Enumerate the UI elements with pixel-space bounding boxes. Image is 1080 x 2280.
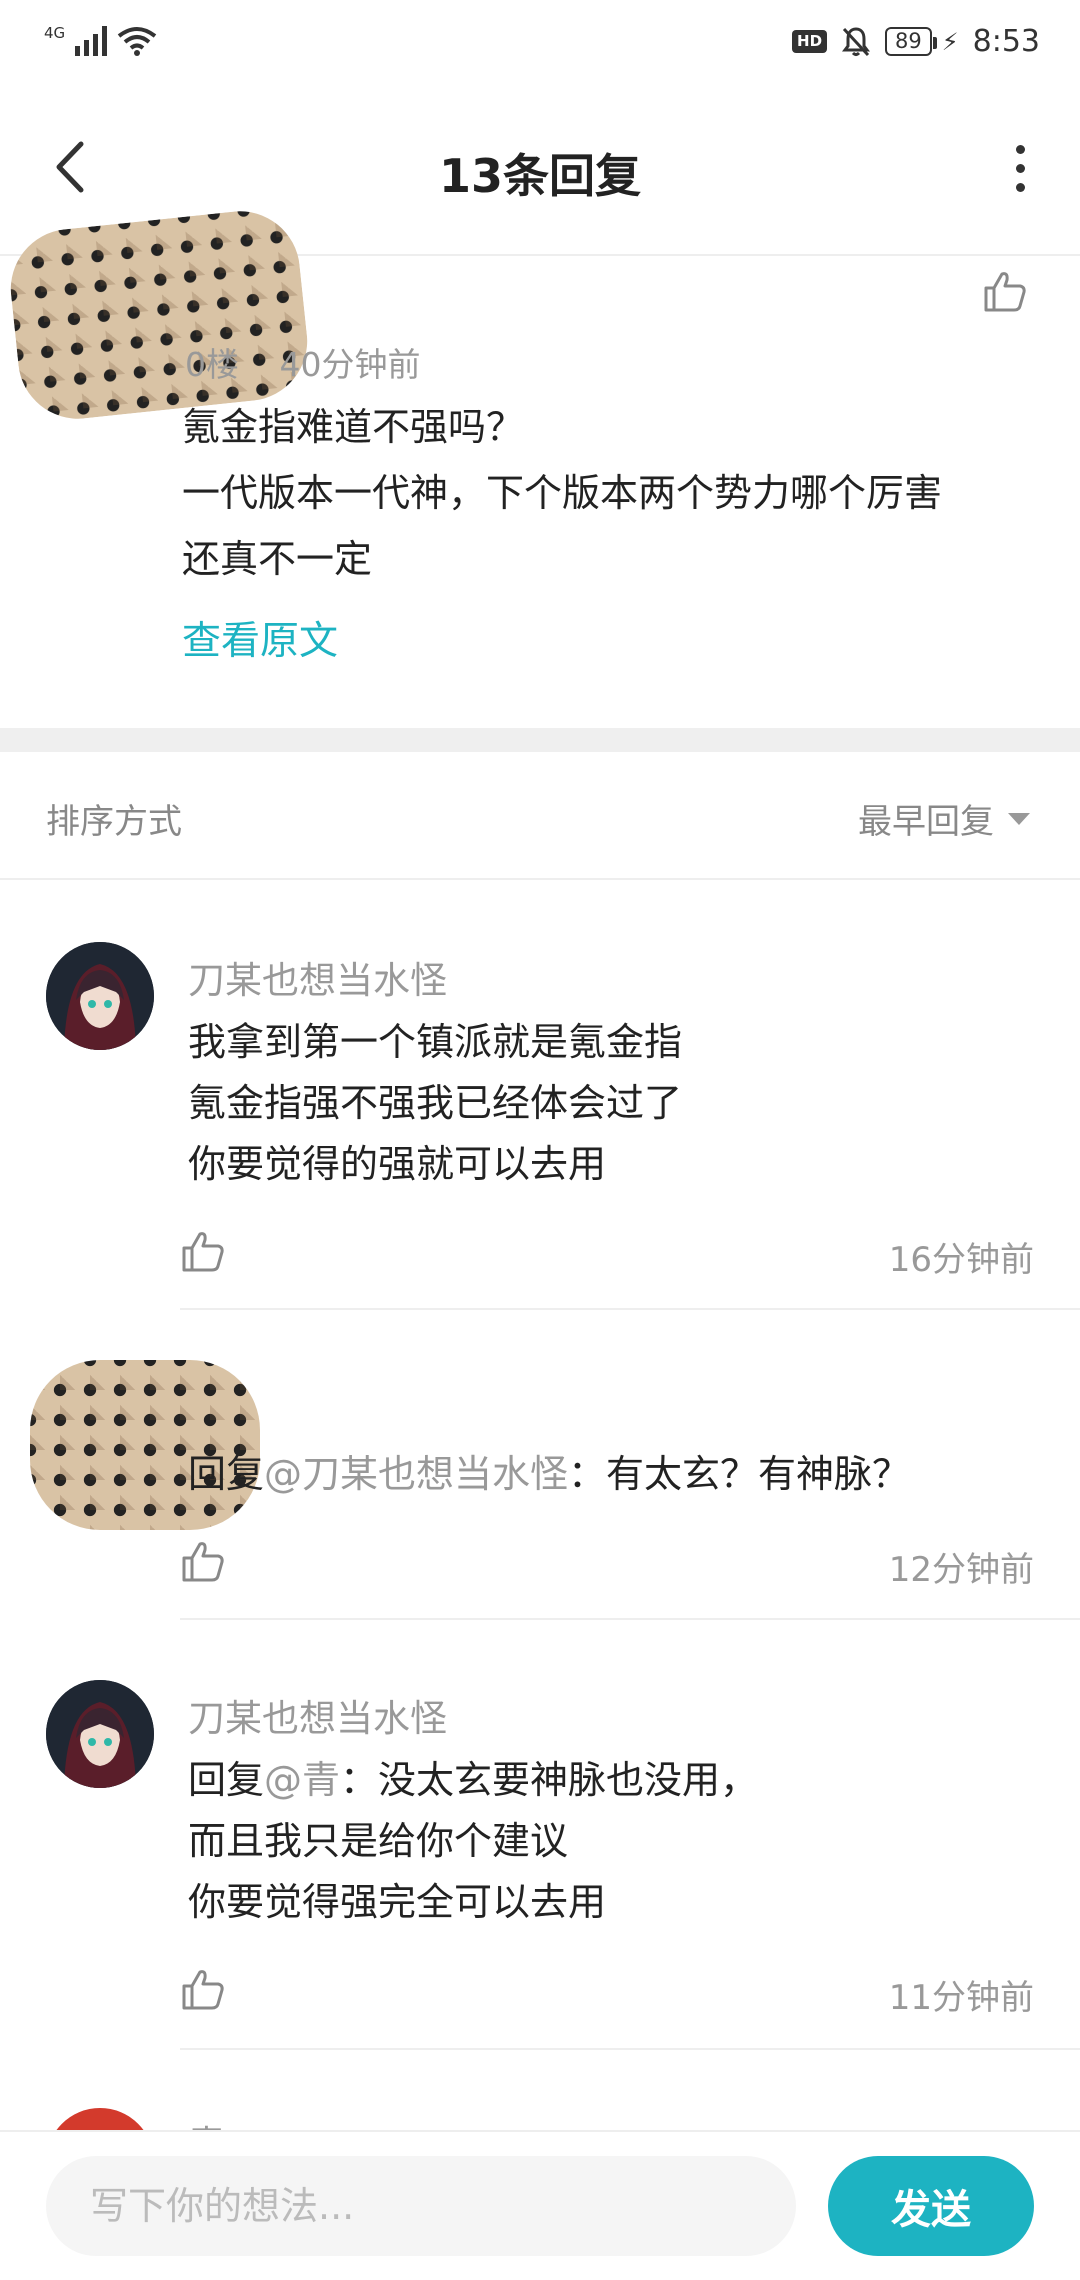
reply-content: 我拿到第一个镇派就是氪金指 氪金指强不强我已经体会过了 你要觉得的强就可以去用 xyxy=(188,1012,1048,1195)
charging-icon: ⚡ xyxy=(941,27,959,56)
page-title: 13条回复 xyxy=(438,149,641,203)
reply-line: 氪金指强不强我已经体会过了 xyxy=(188,1081,683,1125)
status-bar: 4G HD 89 ⚡ 8:53 xyxy=(0,0,1080,92)
post-line: 氪金指难道不强吗？ xyxy=(182,405,525,449)
post-line: 一代版本一代神，下个版本两个势力哪个厉害 xyxy=(182,471,943,515)
view-original-link[interactable]: 查看原文 xyxy=(182,610,338,666)
mention-link[interactable]: @刀某也想当水怪 xyxy=(264,1452,568,1496)
reply-line: 而且我只是给你个建议 xyxy=(188,1819,569,1863)
network-status: 4G xyxy=(44,24,157,56)
more-dot-icon xyxy=(1015,163,1025,173)
avatar[interactable] xyxy=(46,1680,154,1788)
avatar-redacted xyxy=(4,205,314,425)
reply-text: ：没太玄要神脉也没用， xyxy=(340,1758,759,1802)
post-time: 40分钟前 xyxy=(279,345,421,384)
mention-link[interactable]: @青 xyxy=(264,1758,340,1802)
reply-prefix: 回复 xyxy=(188,1452,265,1496)
send-button[interactable]: 发送 xyxy=(828,2156,1034,2256)
hd-badge: HD xyxy=(792,30,828,53)
battery-indicator: 89 xyxy=(885,26,937,57)
reply-item: 刀某也想当水怪 回复@青：没太玄要神脉也没用， 而且我只是给你个建议 你要觉得强… xyxy=(0,1620,1080,2050)
like-button[interactable] xyxy=(180,1538,226,1588)
thumbs-up-icon xyxy=(182,1970,224,2010)
reply-line: 回复@刀某也想当水怪：有太玄？有神脉？ xyxy=(188,1444,1048,1505)
sort-dropdown[interactable]: 最早回复 xyxy=(858,794,1030,843)
reply-username[interactable]: 刀某也想当水怪 xyxy=(188,1688,447,1742)
reply-line: 你要觉得强完全可以去用 xyxy=(188,1880,607,1924)
comment-input[interactable] xyxy=(46,2156,796,2256)
like-button[interactable] xyxy=(180,1966,226,2016)
reply-prefix: 回复 xyxy=(188,1758,265,1802)
reply-content: 回复@刀某也想当水怪：有太玄？有神脉？ xyxy=(188,1444,1048,1505)
reply-content: 回复@青：没太玄要神脉也没用， 而且我只是给你个建议 你要觉得强完全可以去用 xyxy=(188,1750,1048,1933)
reply-line: 你要觉得的强就可以去用 xyxy=(188,1142,607,1186)
post-like-button[interactable] xyxy=(982,268,1028,318)
avatar[interactable] xyxy=(46,942,154,1050)
reply-username[interactable]: 刀某也想当水怪 xyxy=(188,950,447,1004)
more-options-button[interactable] xyxy=(990,138,1050,198)
sort-label: 排序方式 xyxy=(46,802,182,842)
section-divider xyxy=(0,728,1080,752)
post-floor: 0楼 xyxy=(185,345,239,384)
reply-line: 我拿到第一个镇派就是氪金指 xyxy=(188,1020,683,1064)
signal-icon xyxy=(75,26,108,56)
reply-text: ：有太玄？有神脉？ xyxy=(568,1452,911,1496)
network-type: 4G xyxy=(44,24,66,42)
thumbs-up-icon xyxy=(182,1232,224,1272)
thumbs-up-icon xyxy=(984,272,1026,312)
system-status: HD 89 ⚡ 8:53 xyxy=(792,24,1040,59)
more-dot-icon xyxy=(1015,144,1025,154)
post-line: 还真不一定 xyxy=(182,537,373,581)
thumbs-up-icon xyxy=(182,1542,224,1582)
caret-down-icon xyxy=(1008,812,1030,825)
avatar-image xyxy=(46,942,154,1050)
reply-time: 12分钟前 xyxy=(888,1550,1034,1590)
reply-time: 16分钟前 xyxy=(888,1240,1034,1280)
sort-bar: 排序方式 最早回复 xyxy=(0,752,1080,880)
original-post: 0楼 40分钟前 氪金指难道不强吗？ 一代版本一代神，下个版本两个势力哪个厉害 … xyxy=(0,205,1080,728)
sort-selected-value: 最早回复 xyxy=(858,802,994,842)
comment-composer: 发送 xyxy=(0,2130,1080,2280)
reply-time: 11分钟前 xyxy=(888,1978,1034,2018)
post-meta: 0楼 40分钟前 xyxy=(185,338,421,386)
reply-item: 青 xyxy=(0,2050,1080,2130)
reply-username[interactable]: 青 xyxy=(188,2114,225,2130)
more-dot-icon xyxy=(1015,182,1025,192)
clock: 8:53 xyxy=(972,24,1040,59)
reply-item: 刀某也想当水怪 我拿到第一个镇派就是氪金指 氪金指强不强我已经体会过了 你要觉得… xyxy=(0,880,1080,1310)
wifi-icon xyxy=(117,27,157,56)
post-content: 氪金指难道不强吗？ 一代版本一代神，下个版本两个势力哪个厉害 还真不一定 xyxy=(182,394,1062,592)
avatar-image xyxy=(46,1680,154,1788)
reply-item: 回复@刀某也想当水怪：有太玄？有神脉？ 12分钟前 xyxy=(0,1310,1080,1620)
reply-line: 回复@青：没太玄要神脉也没用， xyxy=(188,1750,1048,1811)
avatar[interactable] xyxy=(46,2108,154,2130)
mute-bell-icon xyxy=(842,26,871,56)
like-button[interactable] xyxy=(180,1228,226,1278)
